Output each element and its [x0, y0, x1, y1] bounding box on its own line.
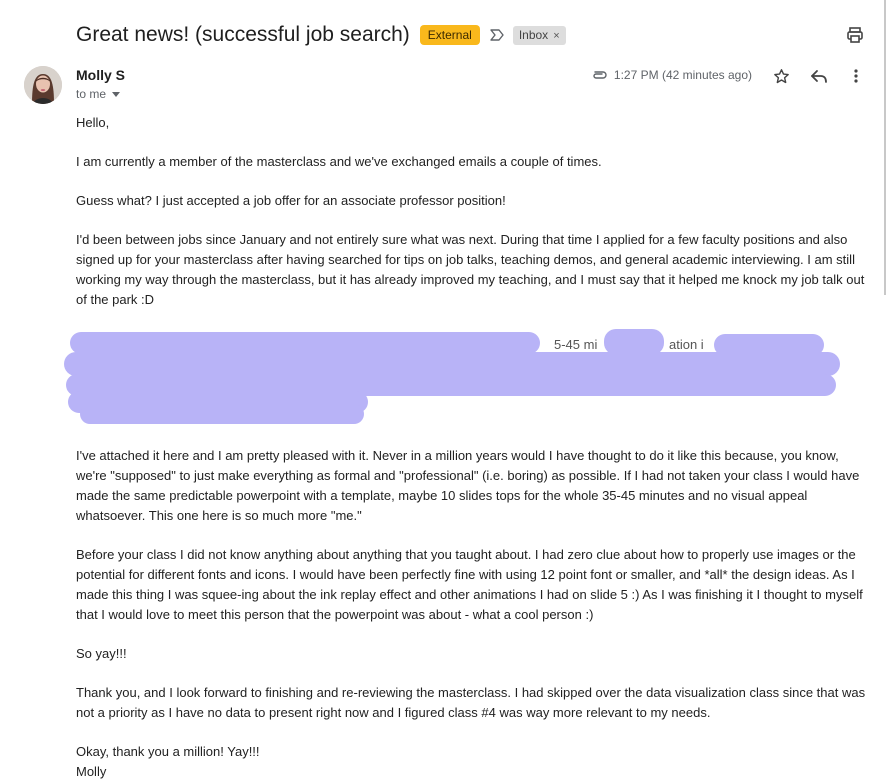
redaction-stroke [70, 332, 540, 354]
body-paragraph-7: Thank you, and I look forward to finishi… [76, 685, 866, 720]
subject-row: Great news! (successful job search) Exte… [76, 20, 566, 50]
print-icon[interactable] [846, 26, 864, 44]
recipient-label: to me [76, 87, 107, 101]
body-paragraph-6: So yay!!! [76, 646, 127, 661]
signature: Molly [76, 764, 107, 779]
email-subject: Great news! (successful job search) [76, 23, 410, 46]
chevron-down-icon[interactable] [112, 91, 121, 97]
star-icon[interactable] [773, 68, 790, 85]
message-meta: 1:27 PM (42 minutes ago) [591, 67, 752, 83]
redaction-stroke [80, 404, 364, 424]
body-paragraph-5: Before your class I did not know anythin… [76, 547, 863, 622]
body-paragraph-1: I am currently a member of the mastercla… [76, 154, 602, 169]
sender-name[interactable]: Molly S [76, 67, 125, 83]
body-paragraph-2: Guess what? I just accepted a job offer … [76, 193, 506, 208]
redacted-block: 5-45 mi ation i [64, 329, 866, 427]
inbox-label-text: Inbox [518, 27, 549, 42]
closing-line: Okay, thank you a million! Yay!!! [76, 744, 260, 759]
greeting: Hello, [76, 115, 110, 130]
body-paragraph-3: I'd been between jobs since January and … [76, 232, 865, 307]
external-badge: External [419, 25, 480, 45]
inbox-label: Inbox × [512, 25, 566, 45]
timestamp: 1:27 PM (42 minutes ago) [613, 68, 752, 82]
email-body: Hello, I am currently a member of the ma… [64, 113, 866, 782]
remove-label-icon[interactable]: × [553, 30, 559, 42]
body-paragraph-4: I've attached it here and I am pretty pl… [76, 448, 860, 523]
more-vert-icon[interactable] [852, 68, 860, 84]
redaction-stroke [64, 352, 840, 376]
reply-icon[interactable] [810, 68, 828, 84]
sender-avatar[interactable] [24, 66, 62, 104]
recipient-details[interactable]: to me [76, 87, 121, 101]
attachment-icon [593, 71, 607, 79]
important-marker-icon[interactable] [489, 27, 505, 43]
